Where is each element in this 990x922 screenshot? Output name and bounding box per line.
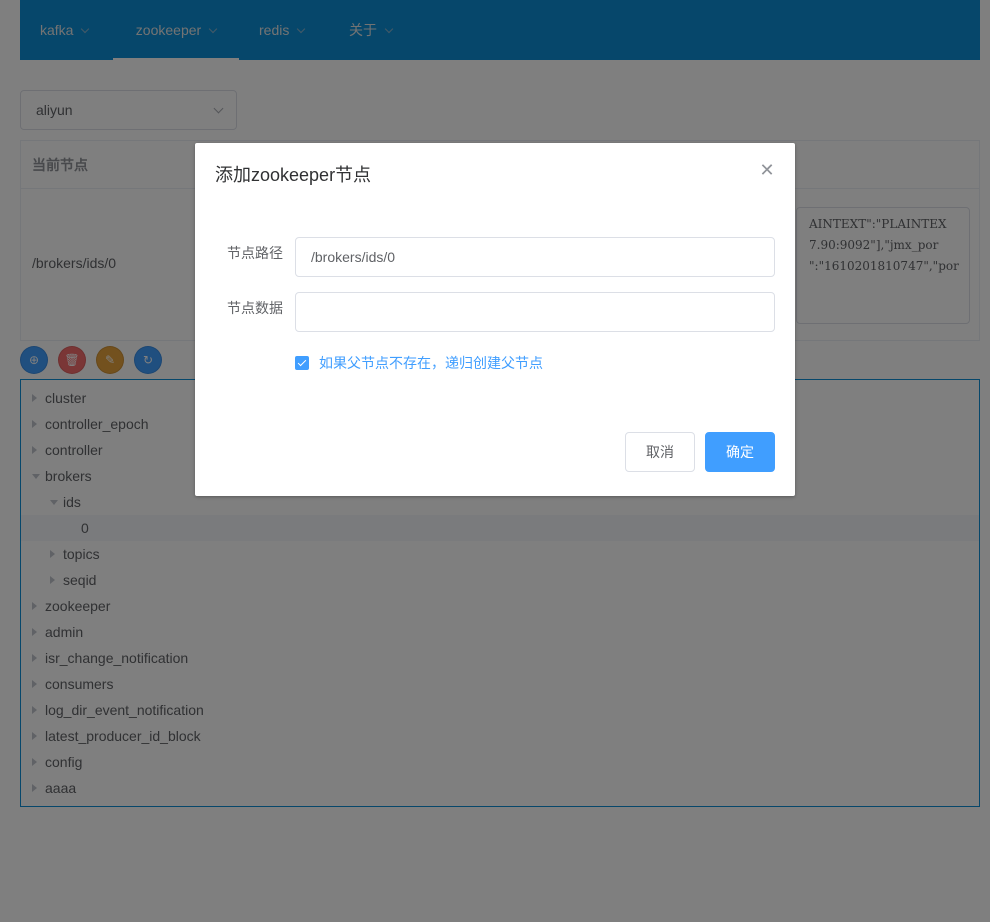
data-input[interactable] — [295, 292, 775, 332]
close-icon[interactable]: ✕ — [758, 161, 776, 179]
path-input[interactable]: /brokers/ids/0 — [295, 237, 775, 277]
dialog-title: 添加zookeeper节点 — [215, 165, 372, 185]
data-label: 节点数据 — [227, 300, 283, 316]
create-parent-label[interactable]: 如果父节点不存在，递归创建父节点 — [319, 353, 543, 373]
confirm-button[interactable]: 确定 — [705, 432, 775, 472]
add-node-dialog: 添加zookeeper节点 ✕ 节点路径 /brokers/ids/0 节点数据… — [195, 143, 795, 496]
path-label: 节点路径 — [227, 245, 283, 261]
create-parent-checkbox[interactable] — [295, 356, 309, 370]
cancel-button[interactable]: 取消 — [625, 432, 695, 472]
